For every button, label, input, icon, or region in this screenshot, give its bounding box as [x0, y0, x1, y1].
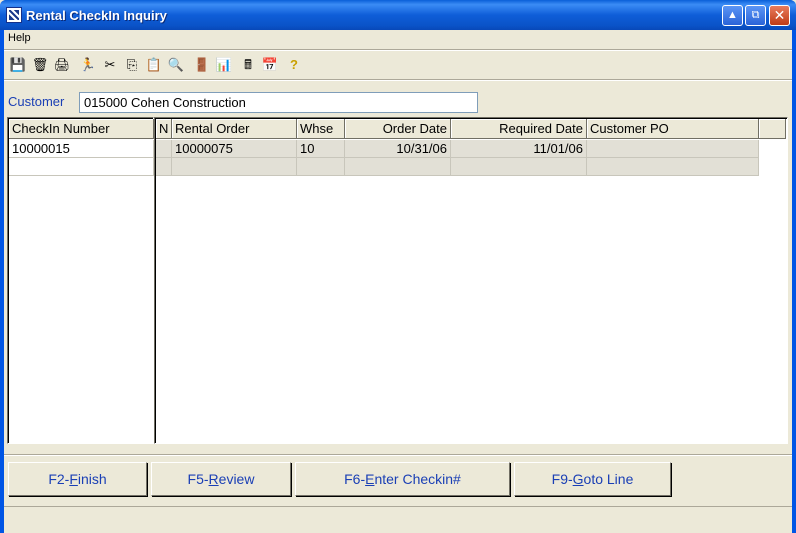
- copy-icon[interactable]: ⎘: [122, 55, 142, 75]
- calendar-icon[interactable]: 📅: [260, 55, 280, 75]
- column-header-customer-po[interactable]: Customer PO: [587, 119, 759, 139]
- menu-divider: [4, 49, 792, 51]
- grid-cell-customer-po[interactable]: [587, 140, 759, 158]
- help-icon[interactable]: ?: [284, 55, 304, 75]
- door-icon[interactable]: 🚪: [192, 55, 212, 75]
- print-icon[interactable]: 🖨: [52, 55, 72, 75]
- checkin-number-cell[interactable]: [9, 158, 154, 176]
- grid-cell-rental-order[interactable]: [172, 158, 297, 176]
- finish-key: F2-: [48, 471, 70, 487]
- chart-icon[interactable]: 📊: [214, 55, 234, 75]
- customer-field[interactable]: 015000 Cohen Construction: [79, 92, 478, 113]
- review-mnemonic: R: [208, 471, 219, 487]
- grid-cell-whse[interactable]: [297, 158, 345, 176]
- app-window: Rental CheckIn Inquiry ▲ ⧉ ✕ Help 💾 🗑 🖨 …: [0, 0, 796, 533]
- client-area: Help 💾 🗑 🖨 🏃 ✂ ⎘ 📋 🔍 🚪 📊 🖩 📅 ? Customer …: [4, 30, 792, 533]
- title-bar[interactable]: Rental CheckIn Inquiry ▲ ⧉ ✕: [0, 0, 796, 30]
- column-header-order-date[interactable]: Order Date: [345, 119, 451, 139]
- column-header-filler: [759, 119, 786, 139]
- grid-cell-rental-order[interactable]: 10000075: [172, 140, 297, 158]
- goto-key: F9-: [551, 471, 573, 487]
- review-label: eview: [218, 471, 255, 487]
- cut-icon[interactable]: ✂: [100, 55, 120, 75]
- grid-cell-order-date[interactable]: 10/31/06: [345, 140, 451, 158]
- app-icon: [6, 7, 22, 23]
- goto-line-button[interactable]: F9-Goto Line: [514, 462, 671, 496]
- minimize-button[interactable]: ▲: [722, 5, 743, 26]
- clear-icon[interactable]: 🗑: [30, 55, 50, 75]
- review-key: F5-: [187, 471, 209, 487]
- column-header-checkin-number[interactable]: CheckIn Number: [9, 119, 154, 139]
- enter-checkin-button[interactable]: F6-Enter Checkin#: [295, 462, 510, 496]
- review-button[interactable]: F5-Review: [151, 462, 291, 496]
- calculator-icon[interactable]: 🖩: [238, 55, 258, 75]
- enter-label: nter Checkin#: [374, 471, 461, 487]
- grid-cell-required-date[interactable]: [451, 158, 587, 176]
- window-title: Rental CheckIn Inquiry: [26, 8, 167, 23]
- grid-cell-order-date[interactable]: [345, 158, 451, 176]
- toolbar: 💾 🗑 🖨 🏃 ✂ ⎘ 📋 🔍 🚪 📊 🖩 📅 ?: [6, 53, 306, 77]
- menu-bar: Help: [4, 30, 792, 48]
- status-bar: [4, 506, 792, 533]
- grid-cell-whse[interactable]: 10: [297, 140, 345, 158]
- finish-label: inish: [77, 471, 107, 487]
- maximize-button[interactable]: ⧉: [745, 5, 766, 26]
- exit-run-icon[interactable]: 🏃: [78, 55, 98, 75]
- grid-cell-n[interactable]: [156, 140, 172, 158]
- enter-key: F6-: [344, 471, 366, 487]
- customer-label: Customer: [8, 94, 65, 109]
- find-icon[interactable]: 🔍: [166, 55, 186, 75]
- column-header-whse[interactable]: Whse: [297, 119, 345, 139]
- checkin-number-grid[interactable]: CheckIn Number 10000015: [7, 117, 154, 444]
- save-icon[interactable]: 💾: [8, 55, 28, 75]
- column-header-required-date[interactable]: Required Date: [451, 119, 587, 139]
- column-header-rental-order[interactable]: Rental Order: [172, 119, 297, 139]
- grid-cell-customer-po[interactable]: [587, 158, 759, 176]
- menu-help[interactable]: Help: [8, 32, 31, 44]
- function-button-bar: F2-Finish F5-Review F6-Enter Checkin# F9…: [4, 456, 792, 506]
- rental-order-grid[interactable]: N Rental Order Whse Order Date Required …: [154, 117, 788, 444]
- toolbar-divider: [4, 79, 792, 81]
- checkin-number-cell[interactable]: 10000015: [9, 140, 154, 158]
- finish-mnemonic: F: [69, 471, 78, 487]
- grid-cell-required-date[interactable]: 11/01/06: [451, 140, 587, 158]
- grid-cell-n[interactable]: [156, 158, 172, 176]
- paste-icon[interactable]: 📋: [144, 55, 164, 75]
- column-header-n[interactable]: N: [156, 119, 172, 139]
- goto-label: oto Line: [583, 471, 634, 487]
- close-button[interactable]: ✕: [769, 5, 790, 26]
- finish-button[interactable]: F2-Finish: [8, 462, 147, 496]
- goto-mnemonic: G: [572, 471, 584, 487]
